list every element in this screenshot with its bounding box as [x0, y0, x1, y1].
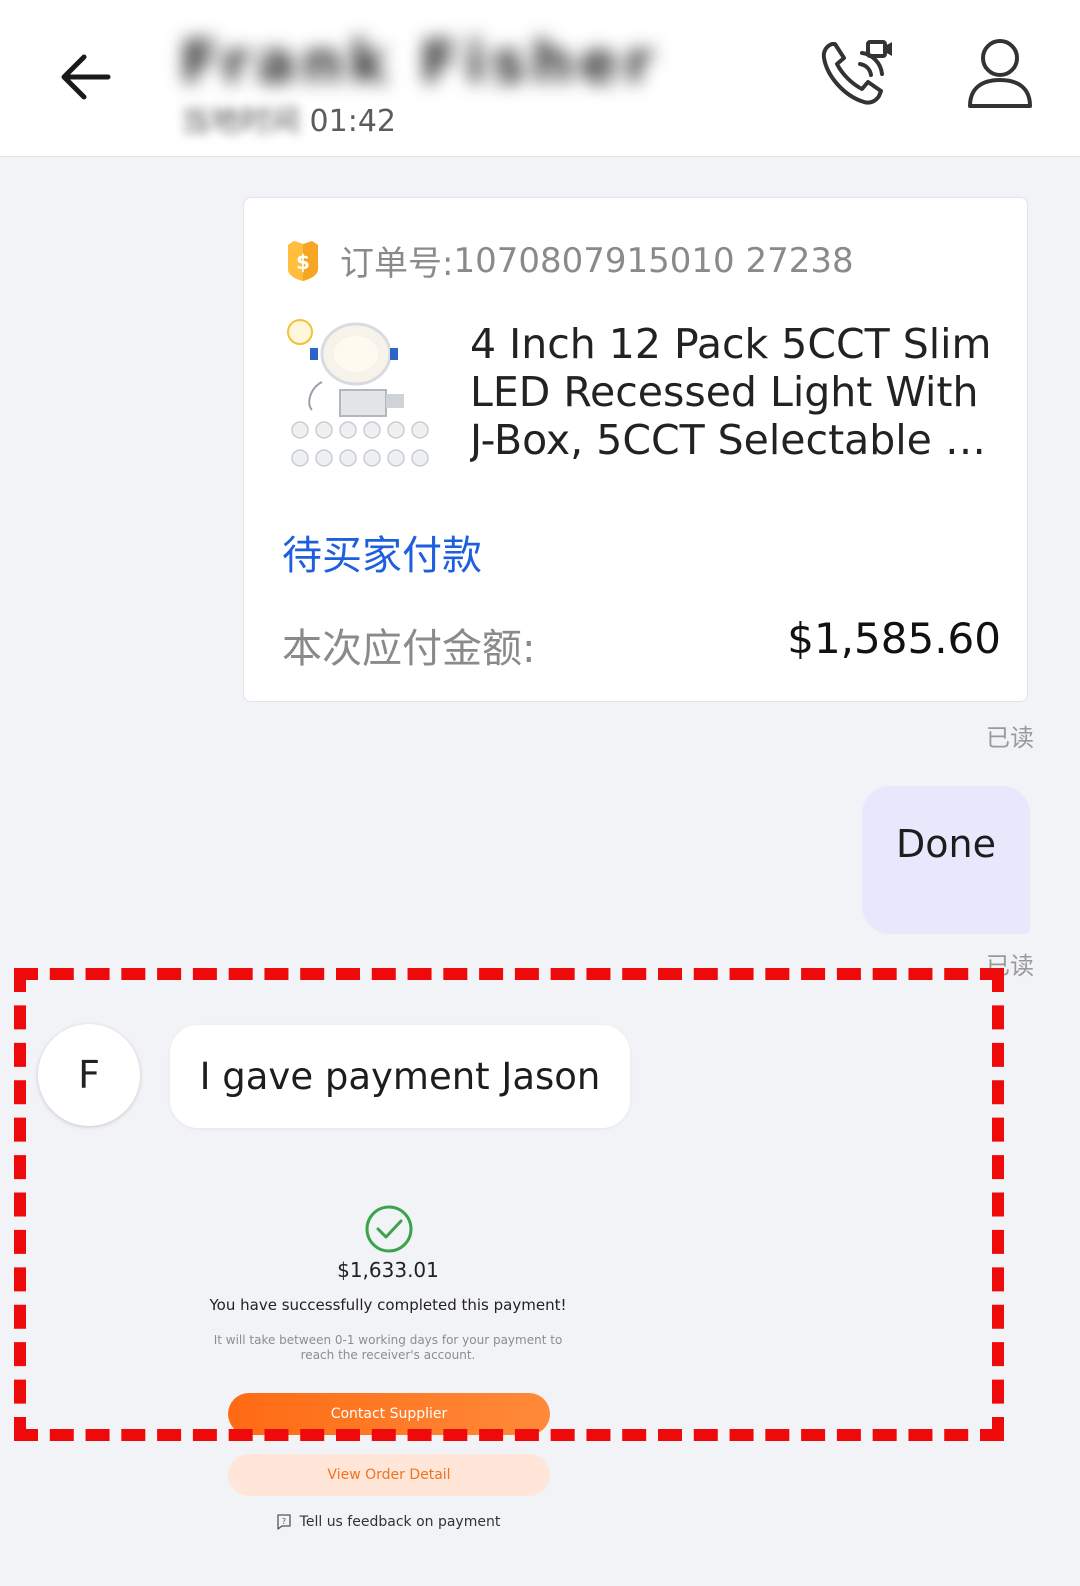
- read-receipt: 已读: [986, 952, 1034, 980]
- read-receipt: 已读: [986, 724, 1034, 752]
- local-time-value: 01:42: [309, 104, 397, 139]
- order-number-label: 订单号:: [340, 244, 454, 284]
- incoming-message-bubble[interactable]: I gave payment Jason: [170, 1025, 630, 1128]
- order-status: 待买家付款: [282, 533, 482, 579]
- contact-supplier-button: Contact Supplier: [228, 1393, 550, 1435]
- chat-header: Frank Fisher 当地时间 01:42: [0, 0, 1080, 157]
- payment-note: It will take between 0-1 working days fo…: [213, 1333, 563, 1362]
- order-number-value: 1070807915010 27238: [453, 240, 854, 281]
- feedback-icon: ?: [277, 1514, 291, 1530]
- message-text: I gave payment Jason: [199, 1055, 601, 1098]
- feedback-link: ? Tell us feedback on payment: [170, 1514, 606, 1530]
- order-number-row: $ 订单号: 1070807915010 27238: [282, 236, 854, 285]
- contact-name: Frank Fisher: [180, 28, 659, 88]
- amount-due-label: 本次应付金额:: [282, 626, 536, 672]
- amount-due-value: $1,585.60: [787, 614, 1001, 663]
- svg-text:?: ?: [282, 1517, 286, 1526]
- feedback-text: Tell us feedback on payment: [299, 1514, 501, 1530]
- product-thumbnail[interactable]: [282, 318, 440, 478]
- outgoing-message-bubble[interactable]: Done: [862, 786, 1030, 934]
- arrow-left-icon: [61, 54, 111, 100]
- svg-text:$: $: [296, 250, 310, 274]
- sender-avatar[interactable]: F: [38, 1024, 140, 1126]
- view-order-detail-button: View Order Detail: [228, 1454, 550, 1496]
- order-card[interactable]: $ 订单号: 1070807915010 27238 4 Inch 12 Pac…: [243, 197, 1028, 702]
- user-icon: [968, 39, 1032, 108]
- back-button[interactable]: [50, 42, 120, 112]
- call-button[interactable]: [818, 34, 898, 114]
- phone-video-icon: [821, 40, 892, 105]
- payment-screenshot-image[interactable]: $1,633.01 You have successfully complete…: [170, 1168, 606, 1568]
- local-time-label: 当地时间: [180, 104, 300, 139]
- product-title[interactable]: 4 Inch 12 Pack 5CCT Slim LED Recessed Li…: [470, 320, 1000, 464]
- message-text: Done: [896, 822, 996, 866]
- local-time: 当地时间 01:42: [180, 96, 396, 140]
- payment-amount: $1,633.01: [337, 1258, 439, 1282]
- order-shield-icon: $: [288, 240, 318, 281]
- check-circle-icon: [365, 1205, 413, 1253]
- payment-success-text: You have successfully completed this pay…: [209, 1296, 567, 1314]
- profile-button[interactable]: [962, 34, 1038, 114]
- avatar-initial: F: [78, 1053, 100, 1097]
